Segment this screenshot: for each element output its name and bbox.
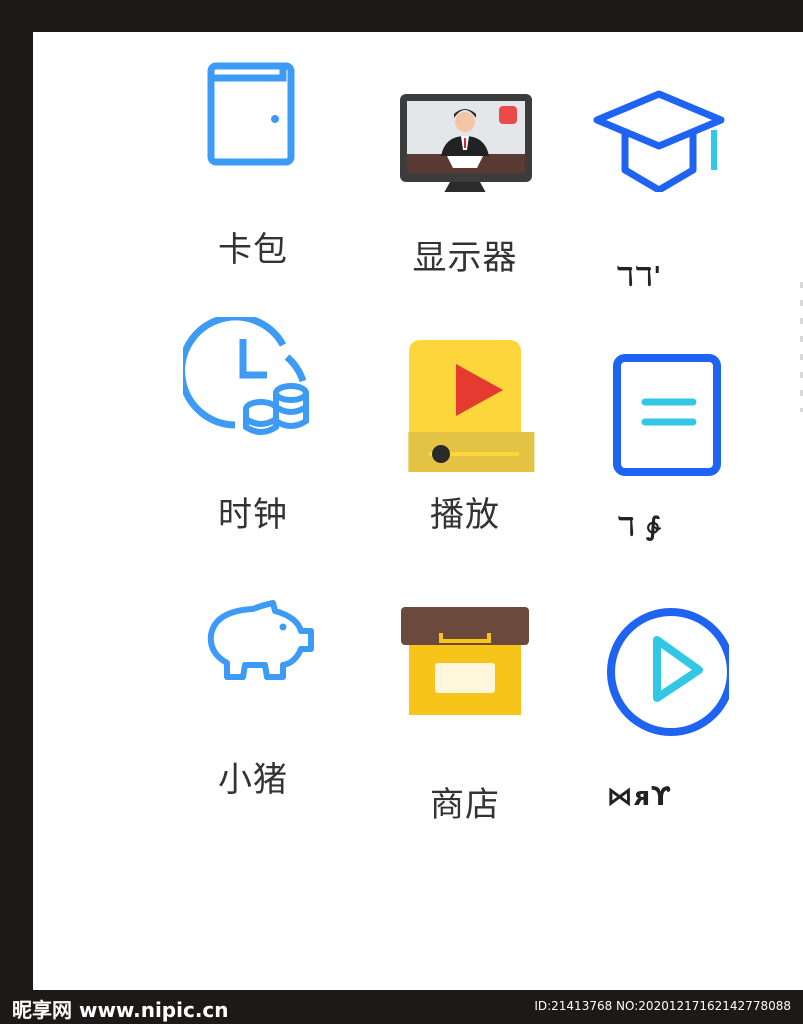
app-education[interactable]: ℸℸ': [579, 52, 739, 292]
graduation-cap-icon: [589, 52, 729, 192]
watermark-bar: 昵享网 www.nipic.cn ID:21413768 NO:20201217…: [0, 990, 803, 1024]
piggy-bank-icon: [183, 587, 323, 727]
app-label: ℸℸ': [615, 262, 663, 292]
app-store[interactable]: 商店: [385, 597, 545, 827]
app-label: ⋈ᴙϒ: [606, 782, 672, 812]
wallet-icon: [183, 52, 323, 192]
app-label: 商店: [430, 785, 500, 825]
document-icon: [589, 342, 729, 482]
app-label: 卡包: [218, 230, 288, 270]
app-grid-canvas: 卡包 显示器 ℸℸ' 时钟 播放 ℸ ∲ 小猪 商店 ⋈ᴙϒ: [33, 32, 803, 990]
play-circle-icon: [589, 602, 729, 742]
app-player[interactable]: 播放: [385, 332, 545, 562]
app-document[interactable]: ℸ ∲: [579, 342, 739, 572]
app-monitor[interactable]: 显示器: [385, 52, 545, 282]
app-label: 显示器: [412, 238, 518, 278]
app-label: 小猪: [218, 760, 288, 800]
app-wallet[interactable]: 卡包: [173, 52, 333, 282]
video-player-icon: [395, 332, 535, 472]
clock-coins-icon: [183, 317, 323, 457]
monitor-icon: [395, 52, 535, 192]
image-frame: 卡包 显示器 ℸℸ' 时钟 播放 ℸ ∲ 小猪 商店 ⋈ᴙϒ 昵享网 www.n…: [0, 0, 803, 1024]
watermark-site: 昵享网 www.nipic.cn: [12, 998, 229, 1022]
store-box-icon: [395, 597, 535, 737]
app-play[interactable]: ⋈ᴙϒ: [579, 602, 739, 832]
app-piggy[interactable]: 小猪: [173, 587, 333, 817]
watermark-id: ID:21413768 NO:20201217162142778088: [534, 999, 791, 1013]
app-clock[interactable]: 时钟: [173, 317, 333, 547]
app-label: 播放: [430, 495, 500, 535]
app-label: 时钟: [218, 495, 288, 535]
app-label: ℸ ∲: [616, 512, 662, 542]
